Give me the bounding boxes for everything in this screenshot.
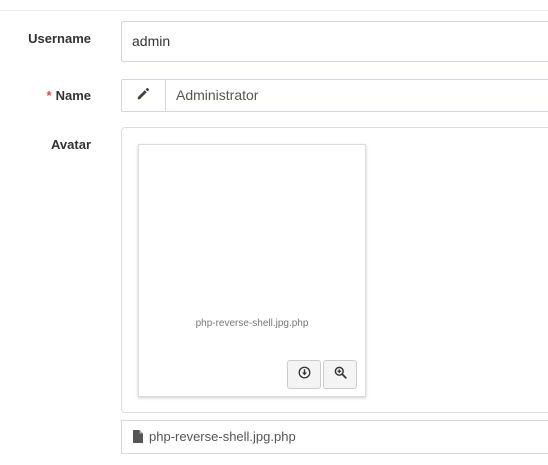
name-addon (122, 80, 166, 111)
file-caption-input[interactable]: php-reverse-shell.jpg.php (121, 420, 548, 454)
avatar-preview-frame: php-reverse-shell.jpg.php (121, 127, 548, 413)
preview-caption: php-reverse-shell.jpg.php (195, 318, 309, 329)
download-circle-icon (298, 366, 311, 384)
name-input-group: Administrator (121, 79, 548, 112)
zoom-in-icon (334, 366, 347, 384)
avatar-label: Avatar (51, 137, 91, 152)
section-divider (0, 10, 548, 11)
name-input[interactable]: Administrator (176, 80, 258, 111)
username-input[interactable]: admin (121, 21, 548, 62)
zoom-button[interactable] (323, 360, 357, 389)
file-icon (133, 430, 143, 448)
pencil-icon (137, 87, 150, 105)
name-label: * Name (47, 88, 91, 103)
file-preview-thumbnail: php-reverse-shell.jpg.php (138, 144, 366, 397)
file-name: php-reverse-shell.jpg.php (149, 429, 296, 444)
required-marker: * (46, 88, 52, 103)
download-button[interactable] (287, 360, 321, 389)
name-label-text: Name (55, 88, 91, 103)
username-label: Username (28, 31, 91, 46)
